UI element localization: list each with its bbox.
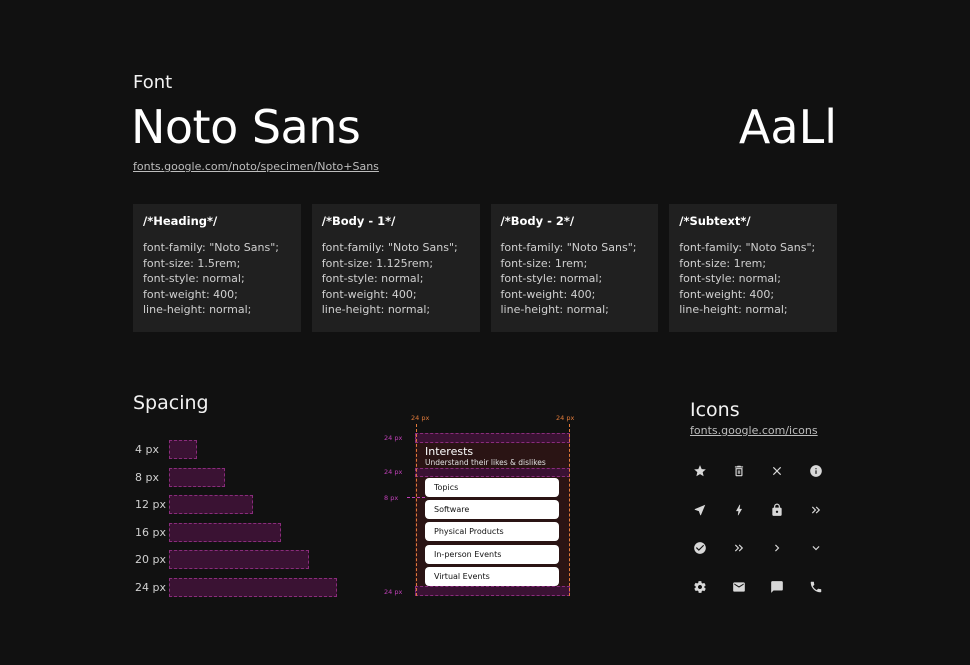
- spacing-scale-bar: [169, 577, 337, 597]
- spec-line: font-size: 1rem;: [679, 256, 767, 270]
- spec-card-subtext: /*Subtext*/ font-family: "Noto Sans"; fo…: [669, 204, 837, 332]
- measure-guide-left: [416, 424, 417, 596]
- spec-line: font-style: normal;: [143, 272, 245, 285]
- spec-line: line-height: normal;: [679, 303, 788, 316]
- spacing-scale-label: 8 px: [135, 470, 159, 484]
- demo-card-subtitle: Understand their likes & dislikes: [425, 458, 546, 467]
- icons-title: Icons: [690, 399, 740, 421]
- navigation-icon[interactable]: [690, 500, 710, 520]
- spec-line: font-size: 1rem;: [500, 256, 588, 270]
- spacing-scale-label: 12 px: [135, 498, 166, 511]
- padding-bottom-overlay: [415, 586, 570, 596]
- spacing-scale-label: 4 px: [135, 443, 159, 456]
- padding-mid-overlay: [415, 468, 570, 477]
- measure-label-side-bottom: 24 px: [384, 588, 403, 596]
- star-icon[interactable]: [690, 461, 710, 481]
- spec-line: font-family: "Noto Sans";: [321, 241, 458, 254]
- settings-icon[interactable]: [690, 577, 710, 597]
- phone-icon[interactable]: [806, 577, 826, 597]
- demo-list-item[interactable]: Virtual Events: [425, 567, 559, 586]
- font-name: Noto Sans: [131, 100, 361, 154]
- spec-line: font-size: 1.5rem;: [143, 256, 241, 270]
- spacing-scale-bar: [169, 550, 309, 569]
- spec-line: font-weight: 400;: [679, 287, 775, 301]
- font-label: Font: [133, 72, 173, 93]
- spec-card-heading: /*Heading*/ font-family: "Noto Sans"; fo…: [133, 204, 301, 332]
- mail-icon[interactable]: [729, 577, 749, 597]
- lock-icon[interactable]: [767, 500, 787, 520]
- chevron-right-icon[interactable]: [767, 538, 787, 558]
- spec-line: font-weight: 400;: [321, 287, 417, 301]
- measure-guide-right: [569, 424, 570, 596]
- icons-library-link[interactable]: fonts.google.com/icons: [690, 424, 818, 437]
- spec-title: /*Body - 1*/: [321, 214, 396, 228]
- demo-list-item[interactable]: Software: [425, 500, 559, 519]
- spec-line: font-family: "Noto Sans";: [500, 241, 637, 254]
- spacing-scale-bar: [169, 440, 197, 459]
- spec-line: font-style: normal;: [321, 272, 424, 285]
- demo-card-title: Interests: [425, 445, 474, 458]
- measure-label-top-left: 24 px: [411, 414, 430, 422]
- spacing-scale-label: 20 px: [135, 553, 166, 566]
- spacing-scale-bar: [169, 522, 281, 542]
- spacing-title: Spacing: [133, 392, 209, 414]
- spacing-scale-bar: [169, 467, 225, 487]
- measure-label-side-mid: 24 px: [384, 468, 403, 476]
- spec-line: font-style: normal;: [500, 272, 603, 285]
- font-sample: AaLl: [738, 100, 837, 154]
- demo-list-item[interactable]: Physical Products: [425, 522, 559, 541]
- spec-line: line-height: normal;: [143, 303, 252, 316]
- demo-list-item[interactable]: In-person Events: [425, 545, 559, 564]
- spacing-scale-label: 24 px: [135, 580, 166, 594]
- delete-icon[interactable]: [729, 461, 749, 481]
- spacing-scale-bar: [169, 495, 253, 514]
- spec-line: font-weight: 400;: [500, 287, 596, 301]
- chat-icon[interactable]: [767, 577, 787, 597]
- spec-card-body-1: /*Body - 1*/ font-family: "Noto Sans"; f…: [311, 204, 480, 332]
- padding-top-overlay: [415, 433, 570, 443]
- chevron-down-icon[interactable]: [806, 538, 826, 558]
- spec-line: font-family: "Noto Sans";: [679, 241, 816, 254]
- measure-label-side-top: 24 px: [384, 434, 403, 442]
- spec-line: font-style: normal;: [679, 272, 781, 285]
- spec-line: line-height: normal;: [500, 303, 609, 316]
- spec-title: /*Heading*/: [143, 214, 218, 228]
- close-icon[interactable]: [767, 461, 787, 481]
- measure-label-top-right: 24 px: [556, 414, 575, 422]
- measure-gap-line: [407, 497, 425, 498]
- measure-label-side-gap: 8 px: [384, 494, 399, 502]
- spec-line: font-weight: 400;: [143, 287, 238, 301]
- type-spec-row: /*Heading*/ font-family: "Noto Sans"; fo…: [133, 204, 837, 332]
- spec-line: font-size: 1.125rem;: [321, 256, 434, 270]
- double-chevron-right-icon[interactable]: [806, 500, 826, 520]
- demo-list-item[interactable]: Topics: [425, 478, 559, 497]
- spacing-scale-label: 16 px: [135, 525, 166, 539]
- spec-card-body-2: /*Body - 2*/ font-family: "Noto Sans"; f…: [490, 204, 659, 332]
- spec-line: line-height: normal;: [321, 303, 431, 316]
- check-circle-icon[interactable]: [690, 538, 710, 558]
- spec-title: /*Subtext*/: [679, 214, 751, 228]
- info-icon[interactable]: [806, 461, 826, 481]
- bolt-icon[interactable]: [729, 500, 749, 520]
- double-chevron-right-icon[interactable]: [729, 538, 749, 558]
- spec-title: /*Body - 2*/: [500, 214, 575, 228]
- spec-line: font-family: "Noto Sans";: [143, 241, 279, 254]
- font-specimen-link[interactable]: fonts.google.com/noto/specimen/Noto+Sans: [133, 160, 379, 173]
